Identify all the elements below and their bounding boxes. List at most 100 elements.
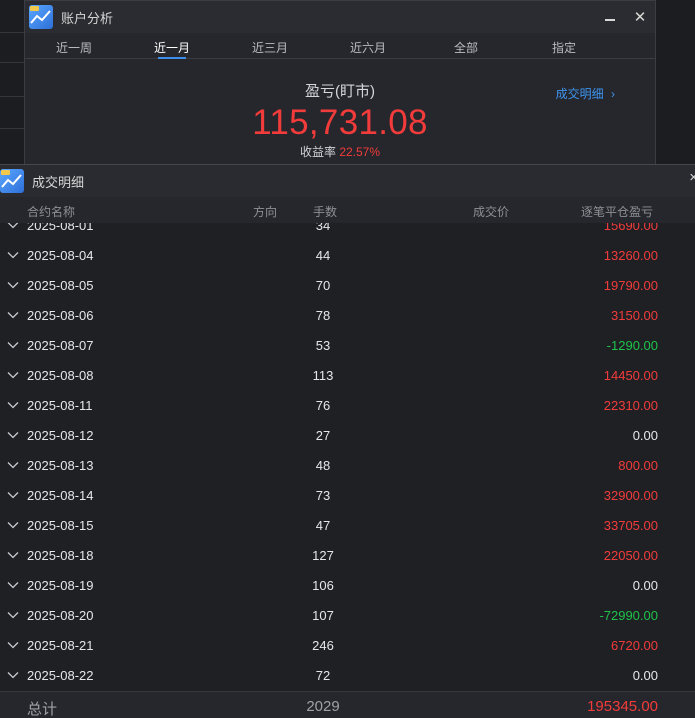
chevron-down-icon[interactable] (7, 489, 19, 501)
trade-quantity: 107 (312, 608, 334, 623)
trade-quantity: 70 (315, 278, 331, 293)
trade-quantity: 246 (312, 638, 334, 653)
trade-date: 2025-08-06 (27, 308, 94, 323)
tab-period[interactable]: 近三月 (221, 33, 319, 59)
total-pl: 195345.00 (587, 698, 658, 715)
trade-detail-window: 成交明细 × 合约名称 方向 手数 成交价 逐笔平仓盈亏 2025-08-01 3… (0, 164, 695, 718)
trade-pl: 13260.00 (603, 248, 658, 263)
table-row[interactable]: 2025-08-07 53 -1290.00 (0, 330, 695, 360)
chevron-down-icon[interactable] (7, 309, 19, 321)
col-pl[interactable]: 逐笔平仓盈亏 (581, 203, 653, 220)
table-row[interactable]: 2025-08-19 106 0.00 (0, 570, 695, 600)
trade-date: 2025-08-05 (27, 278, 94, 293)
table-row[interactable]: 2025-08-14 73 32900.00 (0, 480, 695, 510)
trade-pl: 32900.00 (603, 488, 658, 503)
table-row[interactable]: 2025-08-15 47 33705.00 (0, 510, 695, 540)
trade-detail-link-label: 成交明细 (555, 87, 604, 101)
trade-pl: 22050.00 (603, 548, 658, 563)
trade-table-body[interactable]: 2025-08-01 34 15690.00 2025-08-04 44 13260.00… (0, 223, 695, 691)
grid-line (0, 128, 24, 129)
chevron-down-icon[interactable] (7, 369, 19, 381)
col-contract[interactable]: 合约名称 (27, 203, 75, 220)
chevron-down-icon[interactable] (7, 339, 19, 351)
trade-quantity: 106 (312, 578, 334, 593)
col-direction[interactable]: 方向 (253, 203, 277, 220)
table-row[interactable]: 2025-08-21 246 6720.00 (0, 630, 695, 660)
tab-period[interactable]: 指定 (515, 33, 613, 59)
account-analysis-titlebar[interactable]: 账户分析 ✕ (25, 1, 655, 33)
app-chart-icon (0, 169, 24, 193)
table-row[interactable]: 2025-08-20 107 -72990.00 (0, 600, 695, 630)
trade-pl: 33705.00 (603, 518, 658, 533)
table-row[interactable]: 2025-08-11 76 22310.00 (0, 390, 695, 420)
trade-date: 2025-08-08 (27, 368, 94, 383)
trade-date: 2025-08-19 (27, 578, 94, 593)
table-row[interactable]: 2025-08-13 48 800.00 (0, 450, 695, 480)
trade-pl: 800.00 (618, 458, 658, 473)
period-tabs: 近一周 近一月 近三月 近六月 全部 指定 (25, 33, 655, 59)
chevron-down-icon[interactable] (7, 223, 19, 231)
close-icon[interactable]: × (689, 169, 695, 186)
trade-pl: 0.00 (632, 668, 658, 683)
chevron-down-icon[interactable] (7, 459, 19, 471)
grid-line (0, 62, 24, 63)
trade-date: 2025-08-01 (27, 223, 94, 233)
table-row[interactable]: 2025-08-18 127 22050.00 (0, 540, 695, 570)
table-row[interactable]: 2025-08-05 70 19790.00 (0, 270, 695, 300)
total-label: 总计 (27, 701, 58, 718)
tab-period[interactable]: 全部 (417, 33, 515, 59)
trade-quantity: 47 (315, 518, 331, 533)
app-chart-icon (29, 5, 53, 29)
tab-period[interactable]: 近一周 (25, 33, 123, 59)
chevron-down-icon[interactable] (7, 639, 19, 651)
chevron-down-icon[interactable] (7, 579, 19, 591)
close-icon[interactable]: ✕ (625, 3, 655, 31)
tab-period[interactable]: 近一月 (123, 33, 221, 59)
minimize-icon[interactable] (595, 3, 625, 31)
table-row[interactable]: 2025-08-22 72 0.00 (0, 660, 695, 690)
return-value: 22.57% (339, 145, 381, 159)
return-rate: 收益率 22.57% (25, 143, 655, 160)
return-label: 收益率 (299, 145, 336, 159)
trade-detail-titlebar[interactable]: 成交明细 × (0, 165, 695, 197)
trade-date: 2025-08-15 (27, 518, 94, 533)
trade-quantity: 73 (315, 488, 331, 503)
chevron-down-icon[interactable] (7, 669, 19, 681)
desktop-stage: 账户分析 ✕ 近一周 近一月 近三月 近六月 全部 指定 盈亏(盯市) 115,731.0… (0, 0, 695, 718)
col-price[interactable]: 成交价 (473, 203, 509, 220)
trade-quantity: 78 (315, 308, 331, 323)
trade-pl: -1290.00 (606, 338, 658, 353)
pl-value: 115,731.08 (252, 103, 428, 142)
chevron-down-icon[interactable] (7, 399, 19, 411)
trade-quantity: 76 (315, 398, 331, 413)
trade-pl: 22310.00 (603, 398, 658, 413)
trade-date: 2025-08-04 (27, 248, 94, 263)
chevron-down-icon[interactable] (7, 429, 19, 441)
chevron-down-icon[interactable] (7, 279, 19, 291)
chevron-down-icon[interactable] (7, 249, 19, 261)
table-row[interactable]: 2025-08-08 113 14450.00 (0, 360, 695, 390)
account-analysis-window: 账户分析 ✕ 近一周 近一月 近三月 近六月 全部 指定 盈亏(盯市) 115,731.0… (24, 0, 656, 166)
trade-quantity: 113 (312, 368, 334, 383)
table-row[interactable]: 2025-08-01 34 15690.00 (0, 223, 695, 240)
trade-detail-link[interactable]: 成交明细 › (556, 85, 615, 102)
trade-pl: 0.00 (632, 578, 658, 593)
trade-date: 2025-08-12 (27, 428, 94, 443)
trade-date: 2025-08-18 (27, 548, 94, 563)
trade-quantity: 27 (315, 428, 331, 443)
trade-pl: 3150.00 (611, 308, 658, 323)
trade-quantity: 34 (315, 223, 331, 233)
tab-period[interactable]: 近六月 (319, 33, 417, 59)
trade-pl: 0.00 (632, 428, 658, 443)
table-row[interactable]: 2025-08-04 44 13260.00 (0, 240, 695, 270)
col-quantity[interactable]: 手数 (313, 203, 337, 220)
table-row[interactable]: 2025-08-12 27 0.00 (0, 420, 695, 450)
trade-date: 2025-08-21 (27, 638, 94, 653)
trade-quantity: 53 (315, 338, 331, 353)
table-row[interactable]: 2025-08-06 78 3150.00 (0, 300, 695, 330)
chevron-down-icon[interactable] (7, 609, 19, 621)
window-title: 账户分析 (61, 10, 114, 26)
chevron-down-icon[interactable] (7, 519, 19, 531)
chevron-down-icon[interactable] (7, 549, 19, 561)
trade-quantity: 127 (312, 548, 334, 563)
